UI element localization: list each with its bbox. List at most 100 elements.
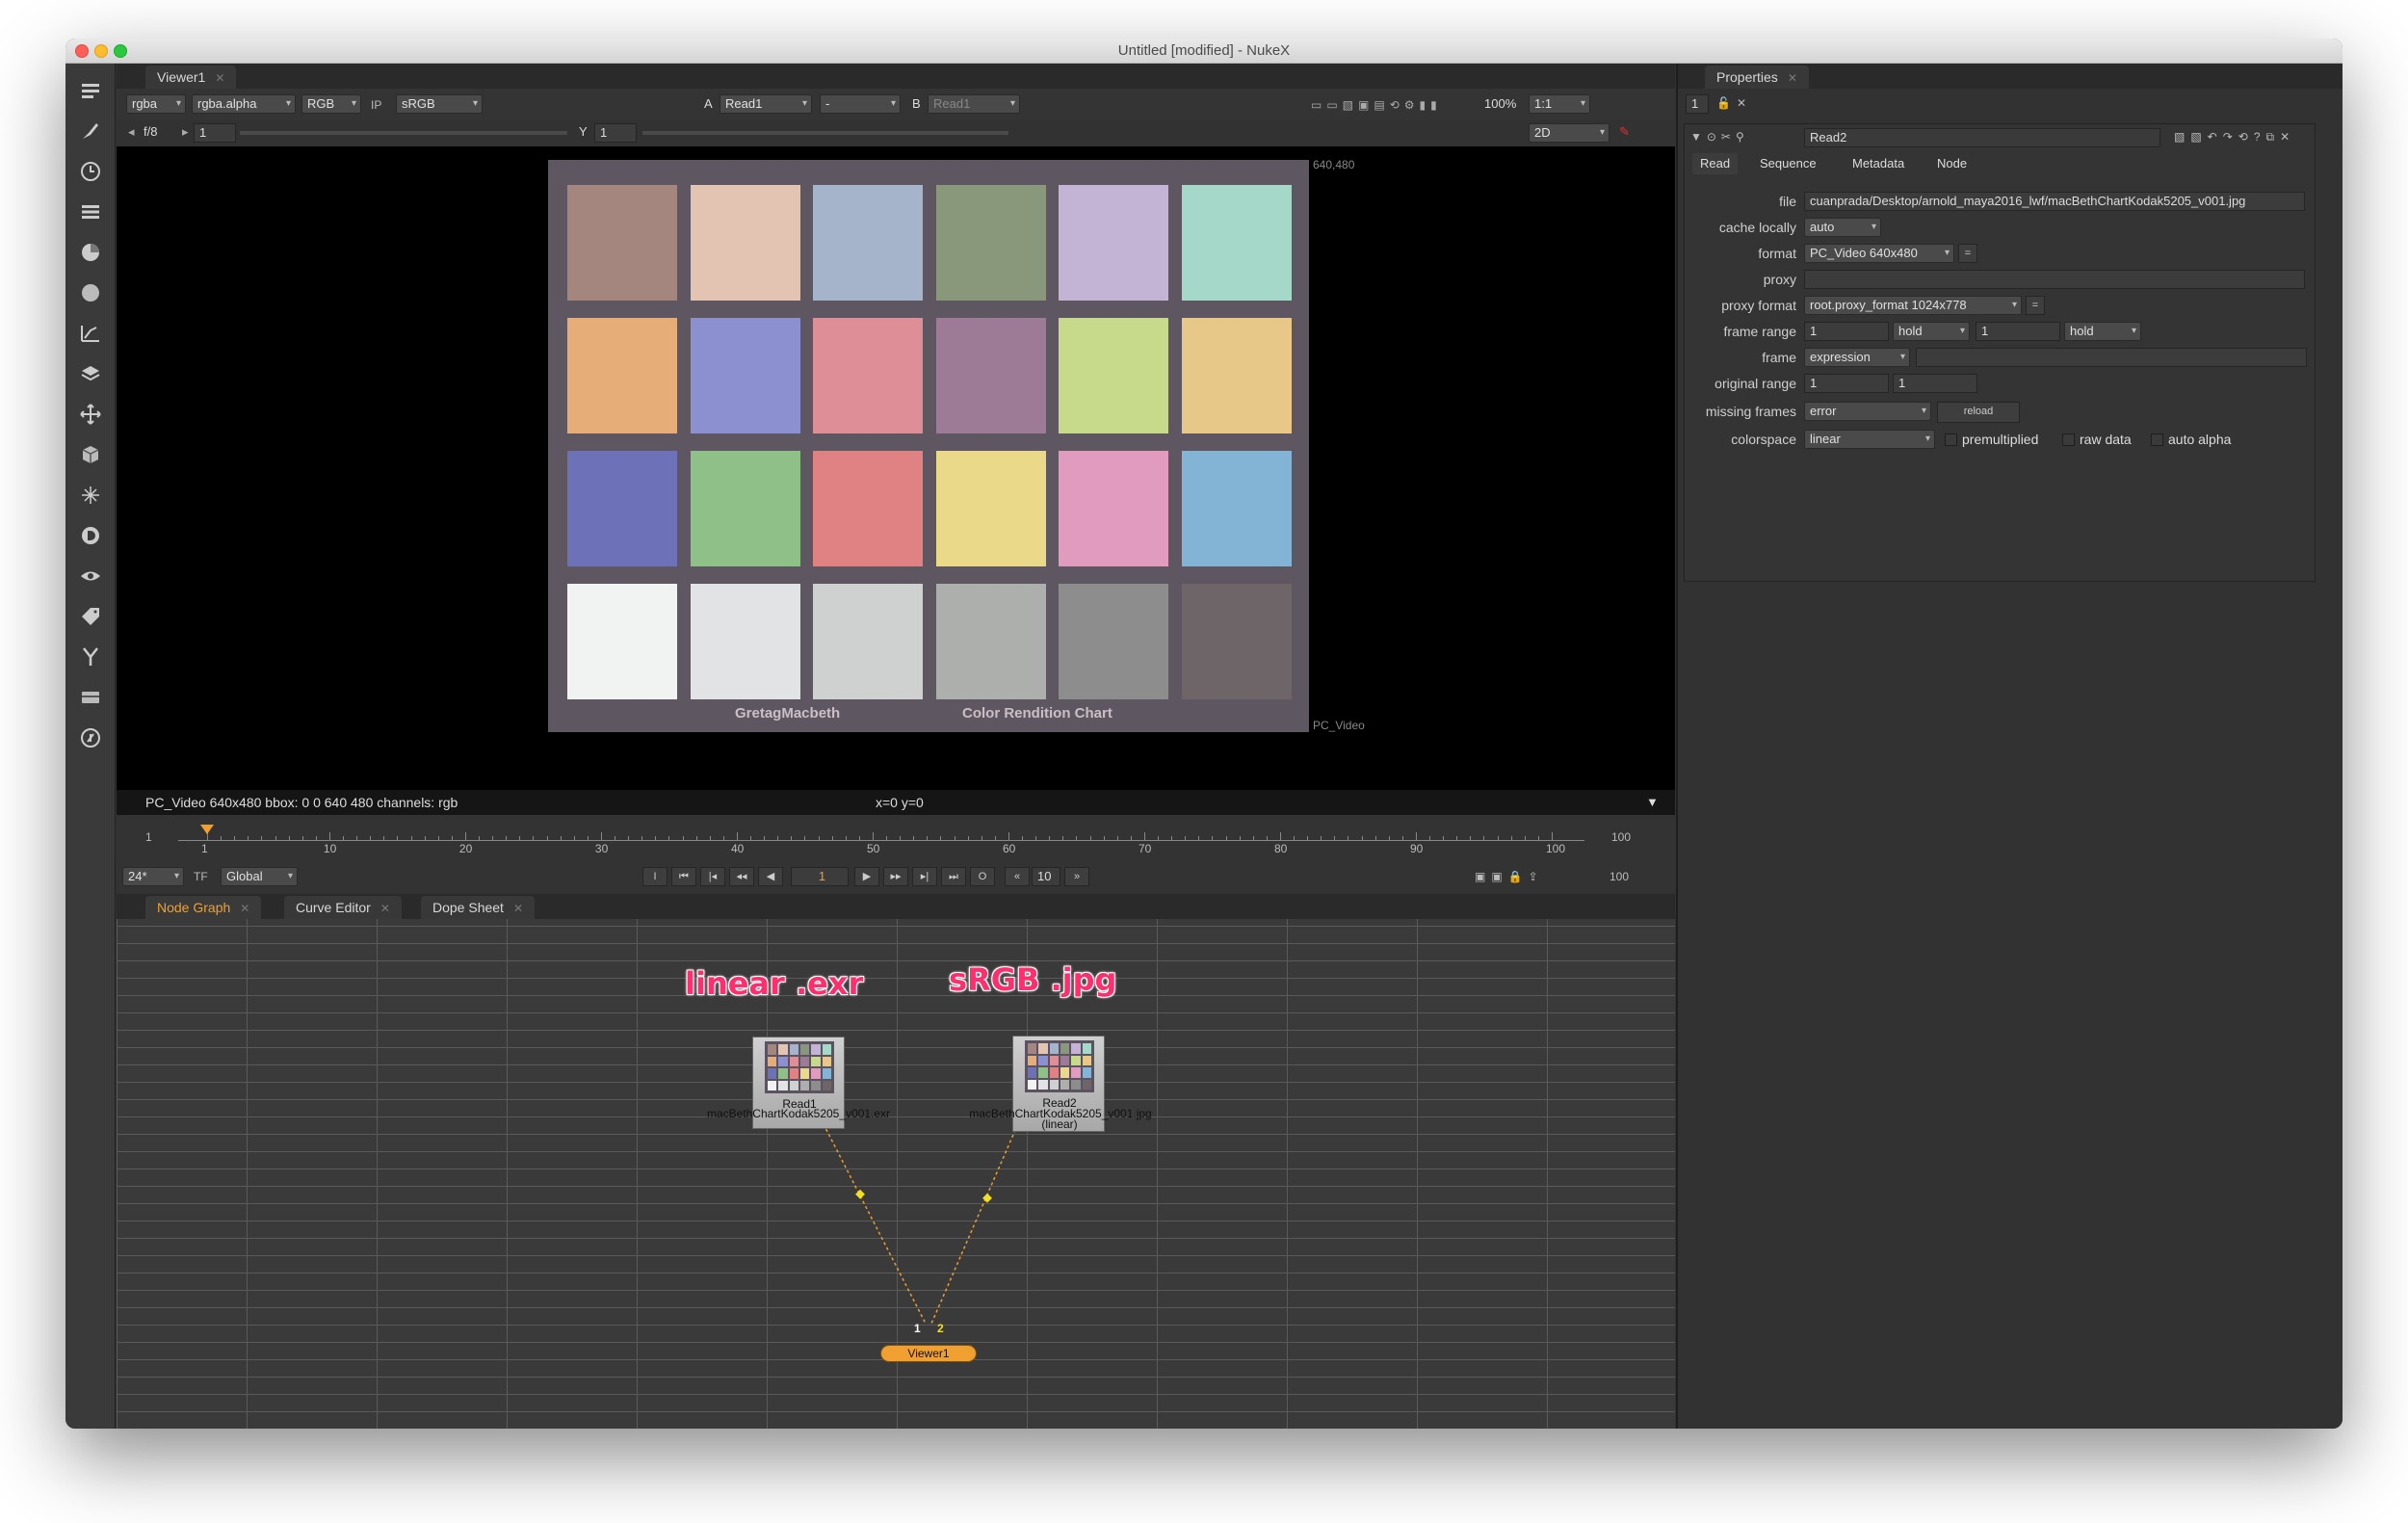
close-tab-icon[interactable]: ✕	[513, 902, 523, 915]
gamma-slider[interactable]	[642, 131, 1008, 135]
tag-icon[interactable]	[75, 601, 106, 632]
gamma-field[interactable]: 1	[594, 123, 637, 143]
gain-slider[interactable]	[240, 131, 567, 135]
out-point-button[interactable]: O	[970, 867, 995, 886]
ratio-dropdown[interactable]: 1:1	[1529, 94, 1590, 114]
colorspace-dropdown[interactable]: linear	[1804, 430, 1935, 449]
deep-icon[interactable]	[75, 520, 106, 551]
raw-data-checkbox[interactable]	[2062, 433, 2075, 446]
stack-icon[interactable]	[75, 682, 106, 713]
list-icon[interactable]	[75, 197, 106, 227]
fstop-value[interactable]: f/8	[144, 121, 157, 143]
close-tab-icon[interactable]: ✕	[215, 71, 224, 85]
missing-frames-dropdown[interactable]: error	[1804, 402, 1931, 421]
frame-range-first-field[interactable]: 1	[1804, 322, 1889, 341]
tab-sequence[interactable]: Sequence	[1752, 153, 1824, 174]
before-dropdown[interactable]: hold	[1893, 322, 1970, 341]
fps-dropdown[interactable]: 24*	[122, 867, 184, 886]
playhead-marker[interactable]	[200, 825, 214, 834]
display-channel-dropdown[interactable]: RGB	[301, 94, 361, 114]
compare-op-dropdown[interactable]: -	[820, 94, 901, 114]
layers-icon[interactable]	[75, 358, 106, 389]
brush-icon[interactable]	[75, 116, 106, 146]
step-back-icon[interactable]: «	[1005, 867, 1030, 886]
last-frame-button[interactable]: ⏭	[941, 867, 966, 886]
fstop-arrow-right-icon[interactable]: ▸	[182, 121, 189, 143]
tab-node[interactable]: Node	[1929, 153, 1975, 174]
play-forward-button[interactable]: ▶	[854, 867, 879, 886]
timeline-ruler[interactable]: 1 10 20 30 40 50 60 70 80 90 100	[178, 823, 1584, 855]
tab-curve-editor[interactable]: Curve Editor ✕	[284, 896, 402, 919]
tf-label[interactable]: TF	[194, 866, 208, 887]
proxy-format-dropdown[interactable]: root.proxy_format 1024x778	[1804, 296, 2022, 315]
close-tab-icon[interactable]: ✕	[240, 902, 249, 915]
paint-icon[interactable]: ✎	[1619, 121, 1630, 143]
viewer-canvas[interactable]: GretagMacbeth Color Rendition Chart 640,4…	[117, 146, 1675, 790]
original-first-field[interactable]: 1	[1804, 374, 1889, 393]
eye-icon[interactable]	[75, 561, 106, 591]
tab-dope-sheet[interactable]: Dope Sheet ✕	[421, 896, 536, 919]
lut-dropdown[interactable]: sRGB	[396, 94, 483, 114]
in-point-button[interactable]: I	[642, 867, 667, 886]
view-mode-dropdown[interactable]: 2D	[1529, 123, 1610, 143]
status-expand-icon[interactable]: ▼	[1646, 792, 1659, 813]
viewer1-node[interactable]: Viewer1	[880, 1345, 977, 1362]
move-icon[interactable]	[75, 399, 106, 430]
original-last-field[interactable]: 1	[1893, 374, 1977, 393]
node-panel-actions[interactable]: ▧▧↶↷⟲?⧉✕	[2174, 126, 2295, 147]
play-backward-button[interactable]: ◀	[758, 867, 783, 886]
flipbook-icons[interactable]: ▣▣🔒⇪	[1475, 866, 1544, 887]
frame-mode-dropdown[interactable]: expression	[1804, 348, 1910, 367]
lock-clear-icons[interactable]: 🔓✕	[1716, 92, 1752, 114]
prev-keyframe-button[interactable]: |◂	[700, 867, 725, 886]
file-path-field[interactable]: cuanprada/Desktop/arnold_maya2016_lwf/ma…	[1804, 192, 2305, 211]
tab-metadata[interactable]: Metadata	[1845, 153, 1912, 174]
prev-increment-button[interactable]: ◂◂	[729, 867, 754, 886]
panel-menu-icon[interactable]	[75, 75, 106, 106]
scope-dropdown[interactable]: Global	[221, 867, 298, 886]
cache-locally-dropdown[interactable]: auto	[1804, 218, 1881, 237]
tab-node-graph[interactable]: Node Graph ✕	[145, 896, 262, 919]
proxy-format-edit-button[interactable]: =	[2026, 296, 2045, 315]
ip-label[interactable]: IP	[371, 94, 381, 116]
frame-expression-field[interactable]	[1916, 348, 2307, 367]
viewer-tool-icons[interactable]: ▭▭▧▣▤⟲⚙▮▮	[1311, 94, 1442, 116]
proxy-path-field[interactable]	[1804, 270, 2305, 289]
gain-field[interactable]: 1	[194, 123, 236, 143]
current-frame-field[interactable]: 1	[791, 867, 849, 886]
zoom-level[interactable]: 100%	[1484, 93, 1516, 115]
close-tab-icon[interactable]: ✕	[380, 902, 390, 915]
tools-icon[interactable]	[75, 642, 106, 672]
after-dropdown[interactable]: hold	[2064, 322, 2141, 341]
node-name-field[interactable]: Read2	[1804, 128, 2160, 147]
next-keyframe-button[interactable]: ▸|	[912, 867, 937, 886]
plugin-icon[interactable]	[75, 722, 106, 753]
step-field[interactable]: 10	[1032, 867, 1060, 886]
circle-icon[interactable]	[75, 277, 106, 308]
premultiplied-checkbox[interactable]	[1945, 433, 1957, 446]
a-input-dropdown[interactable]: Read1	[720, 94, 812, 114]
tab-read[interactable]: Read	[1692, 153, 1739, 174]
tab-properties[interactable]: Properties ✕	[1705, 66, 1809, 89]
next-increment-button[interactable]: ▸▸	[883, 867, 908, 886]
max-panels-field[interactable]: 1	[1686, 94, 1709, 114]
particles-icon[interactable]	[75, 480, 106, 511]
color-wheel-icon[interactable]	[75, 237, 106, 268]
fstop-arrow-left-icon[interactable]: ◂	[128, 121, 135, 143]
b-input-dropdown[interactable]: Read1	[928, 94, 1020, 114]
clock-icon[interactable]	[75, 156, 106, 187]
format-edit-button[interactable]: =	[1958, 244, 1977, 263]
reload-button[interactable]: reload	[1937, 402, 2020, 423]
format-dropdown[interactable]: PC_Video 640x480	[1804, 244, 1954, 263]
close-tab-icon[interactable]: ✕	[1788, 71, 1797, 85]
alpha-channel-dropdown[interactable]: rgba.alpha	[192, 94, 296, 114]
channel-graph-icon[interactable]	[75, 318, 106, 349]
cube-icon[interactable]	[75, 439, 106, 470]
node-graph-canvas[interactable]: linear .exr sRGB .jpg 1 2 Read1 macBethC…	[117, 919, 1675, 1429]
step-forward-icon[interactable]: »	[1064, 867, 1089, 886]
auto-alpha-checkbox[interactable]	[2151, 433, 2163, 446]
node-panel-icons[interactable]: ▼⊙✂⚲	[1690, 126, 1749, 147]
first-frame-button[interactable]: ⏮	[671, 867, 696, 886]
frame-range-last-field[interactable]: 1	[1976, 322, 2060, 341]
tab-viewer1[interactable]: Viewer1 ✕	[145, 66, 237, 89]
